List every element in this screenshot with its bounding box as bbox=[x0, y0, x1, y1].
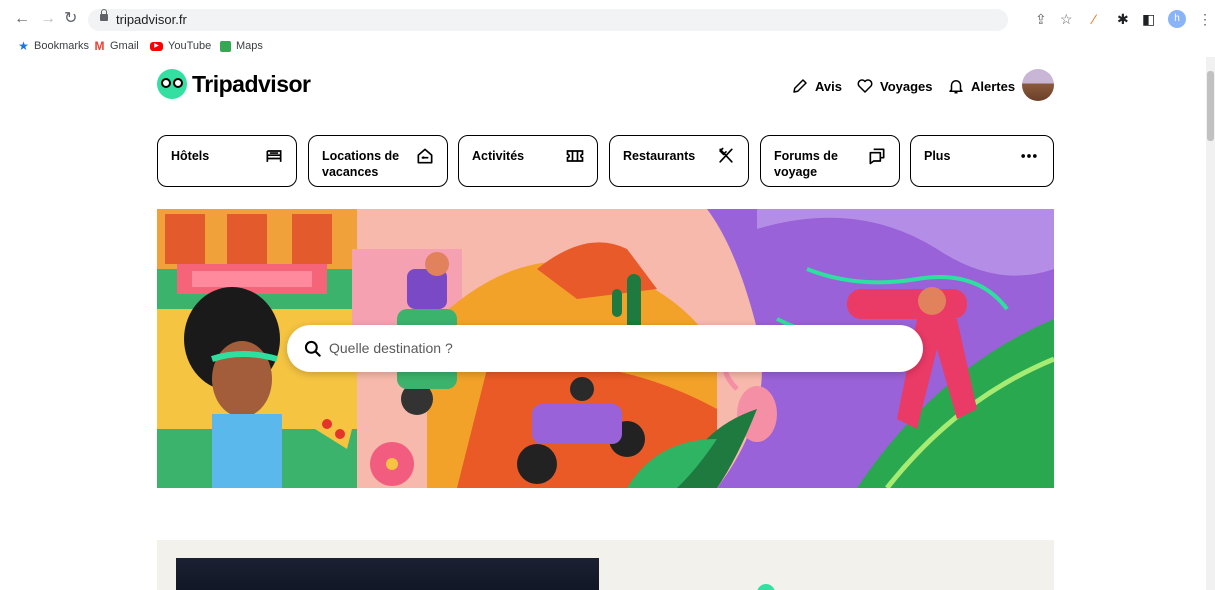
share-icon[interactable]: ⇪ bbox=[1035, 10, 1047, 28]
category-hotels-button[interactable]: Hôtels bbox=[157, 135, 297, 187]
destination-search[interactable]: Quelle destination ? bbox=[287, 325, 923, 372]
trips-link[interactable]: Voyages bbox=[856, 77, 933, 95]
browser-toolbar: ← → ↻ tripadvisor.fr ⇪ ☆ ⁄ ✱ ◧ h ⋮ bbox=[0, 0, 1215, 38]
user-avatar[interactable] bbox=[1022, 69, 1054, 101]
category-label: Restaurants bbox=[623, 149, 696, 163]
bookmark-maps[interactable]: Maps bbox=[220, 40, 263, 52]
promo-section bbox=[157, 540, 1054, 590]
tripadvisor-logo[interactable]: Tripadvisor bbox=[157, 69, 311, 99]
more-dots-icon bbox=[1021, 154, 1037, 158]
search-icon bbox=[304, 340, 321, 357]
category-label: Hôtels bbox=[171, 149, 210, 163]
reload-icon[interactable]: ↻ bbox=[64, 10, 77, 28]
search-placeholder: Quelle destination ? bbox=[329, 340, 453, 356]
category-activities-button[interactable]: Activités bbox=[458, 135, 598, 187]
profile-avatar[interactable]: h bbox=[1168, 10, 1186, 28]
bookmark-label: YouTube bbox=[168, 40, 212, 52]
pen-extension-icon[interactable]: ⁄ bbox=[1093, 10, 1095, 28]
category-label: Activités bbox=[472, 149, 525, 163]
reviews-link[interactable]: Avis bbox=[791, 77, 842, 95]
page-scrollbar[interactable] bbox=[1206, 57, 1215, 590]
category-vacation-rentals-button[interactable]: Locations de vacances bbox=[308, 135, 448, 187]
ticket-icon bbox=[566, 150, 584, 162]
bookmarks-bar: ★ Bookmarks M Gmail ▶ YouTube Maps bbox=[0, 38, 1215, 56]
side-panel-icon[interactable]: ◧ bbox=[1142, 10, 1155, 28]
house-icon bbox=[417, 148, 433, 164]
youtube-icon: ▶ bbox=[150, 41, 163, 51]
promo-image bbox=[176, 558, 599, 590]
lock-icon bbox=[100, 9, 108, 21]
category-restaurants-button[interactable]: Restaurants bbox=[609, 135, 749, 187]
star-icon: ★ bbox=[18, 38, 29, 53]
alerts-link[interactable]: Alertes bbox=[947, 77, 1015, 95]
pencil-icon bbox=[793, 79, 807, 93]
logo-text: Tripadvisor bbox=[192, 70, 311, 97]
bookmark-gmail[interactable]: M Gmail bbox=[94, 38, 139, 53]
back-icon[interactable]: ← bbox=[14, 10, 30, 28]
bed-icon bbox=[266, 150, 282, 162]
bookmark-star-icon[interactable]: ☆ bbox=[1060, 10, 1073, 28]
chat-icon bbox=[869, 148, 885, 165]
fork-knife-icon bbox=[718, 147, 733, 163]
extensions-icon[interactable]: ✱ bbox=[1117, 10, 1129, 28]
heart-icon bbox=[857, 79, 873, 93]
bookmark-bookmarks[interactable]: ★ Bookmarks bbox=[18, 38, 90, 53]
owl-logo-icon bbox=[157, 69, 187, 99]
bookmark-label: Maps bbox=[236, 40, 263, 52]
bell-icon bbox=[949, 80, 963, 94]
address-bar[interactable]: tripadvisor.fr bbox=[88, 9, 1008, 31]
category-forums-button[interactable]: Forums de voyage bbox=[760, 135, 900, 187]
category-label: Forums de voyage bbox=[774, 149, 838, 179]
maps-icon bbox=[220, 40, 231, 52]
trips-link-label: Voyages bbox=[880, 78, 933, 94]
reviews-link-label: Avis bbox=[815, 78, 842, 94]
promo-badge-icon bbox=[757, 584, 775, 590]
bookmark-label: Gmail bbox=[110, 40, 139, 52]
category-label: Locations de vacances bbox=[322, 149, 400, 179]
page-content: Tripadvisor Avis Voyages Alertes Hôtels … bbox=[0, 57, 1206, 590]
category-more-button[interactable]: Plus bbox=[910, 135, 1054, 187]
category-label: Plus bbox=[924, 149, 951, 163]
bookmark-youtube[interactable]: ▶ YouTube bbox=[150, 40, 211, 52]
scrollbar-thumb[interactable] bbox=[1207, 71, 1214, 141]
bookmark-label: Bookmarks bbox=[34, 40, 90, 52]
alerts-link-label: Alertes bbox=[971, 78, 1016, 94]
forward-icon[interactable]: → bbox=[40, 10, 56, 28]
menu-kebab-icon[interactable]: ⋮ bbox=[1198, 10, 1212, 28]
gmail-icon: M bbox=[94, 38, 105, 53]
url-text: tripadvisor.fr bbox=[116, 12, 187, 27]
